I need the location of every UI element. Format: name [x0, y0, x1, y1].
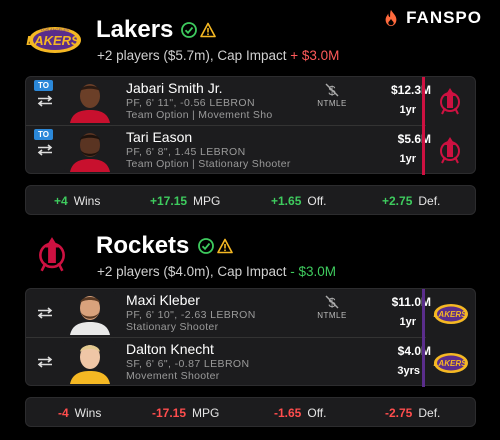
player-role: Team Option | Movement Sho	[126, 109, 273, 121]
rockets-logo-icon	[39, 237, 65, 272]
player-name[interactable]: Jabari Smith Jr.	[126, 80, 222, 96]
player-meta: SF, 6' 6", -0.87 LEBRON	[126, 358, 250, 370]
player-row[interactable]: TO Jabari Smith Jr. PF, 6' 11", -0.56 LE…	[26, 77, 431, 125]
team-option-badge: TO	[34, 129, 53, 140]
team-header: Rockets +2 players ($4.0m), Cap Impact -…	[0, 216, 500, 286]
player-meta: PF, 6' 8", 1.45 LEBRON	[126, 146, 246, 158]
swap-arrows-icon[interactable]	[36, 144, 54, 156]
stat-label: Off.	[307, 194, 327, 208]
lakers-logo-icon: LAKERS	[434, 304, 468, 324]
rockets-logo-icon	[440, 137, 460, 164]
player-name[interactable]: Tari Eason	[126, 129, 192, 145]
rockets-logo-icon	[440, 88, 460, 115]
player-row[interactable]: TO Tari Eason PF, 6' 8", 1.45 LEBRON Tea…	[26, 126, 431, 174]
check-circle-icon	[198, 238, 214, 254]
stat-wins: +4 Wins	[54, 194, 100, 208]
player-headshot	[64, 128, 116, 172]
player-salary: $4.0M	[397, 344, 431, 358]
stat-label: Def.	[418, 406, 441, 420]
stat-offense: +1.65 Off.	[271, 194, 327, 208]
team-color-bar	[422, 289, 425, 387]
player-salary: $5.6M	[397, 132, 431, 146]
contract-years: 1yr	[399, 104, 416, 116]
stat-label: Def.	[418, 194, 441, 208]
incoming-players-card: TO Jabari Smith Jr. PF, 6' 11", -0.56 LE…	[25, 76, 476, 175]
player-name[interactable]: Dalton Knecht	[126, 341, 214, 357]
warning-triangle-icon	[200, 22, 216, 38]
stat-value: +1.65	[271, 194, 302, 208]
swap-arrows-icon[interactable]	[36, 307, 54, 319]
contract-years: 1yr	[399, 153, 416, 165]
stat-value: -1.65	[274, 406, 302, 420]
stat-value: -2.75	[385, 406, 413, 420]
stat-label: MPG	[192, 406, 220, 420]
stat-value: +2.75	[382, 194, 413, 208]
stat-offense: -1.65 Off.	[274, 406, 326, 420]
stat-label: Off.	[307, 406, 327, 420]
team-color-bar	[422, 77, 425, 175]
team-header: LAKERS LOS ANGELES Lakers +2 players ($5…	[0, 0, 500, 70]
stat-value: +17.15	[150, 194, 188, 208]
svg-text:LAKERS: LAKERS	[434, 359, 468, 368]
player-role: Movement Shooter	[126, 370, 220, 382]
check-circle-icon	[181, 22, 197, 38]
player-meta: PF, 6' 10", -2.63 LEBRON	[126, 309, 256, 321]
swap-arrows-icon[interactable]	[36, 95, 54, 107]
stat-label: MPG	[193, 194, 221, 208]
lakers-logo-icon: LAKERS LOS ANGELES	[26, 27, 81, 53]
no-dollar-icon: $	[325, 83, 339, 97]
team-subtitle: +2 players ($5.7m), Cap Impact + $3.0M	[97, 48, 339, 63]
lakers-logo-icon: LAKERS	[434, 353, 468, 373]
svg-text:LOS ANGELES: LOS ANGELES	[41, 27, 69, 32]
player-headshot	[64, 340, 116, 384]
stat-label: Wins	[73, 194, 101, 208]
impact-stats-bar: -4 Wins -17.15 MPG -1.65 Off. -2.75 Def.	[25, 397, 476, 427]
team-subtitle: +2 players ($4.0m), Cap Impact - $3.0M	[97, 264, 336, 279]
incoming-players-card: Maxi Kleber PF, 6' 10", -2.63 LEBRON Sta…	[25, 288, 476, 387]
player-row[interactable]: Dalton Knecht SF, 6' 6", -0.87 LEBRON Mo…	[26, 338, 431, 386]
player-meta: PF, 6' 11", -0.56 LEBRON	[126, 97, 255, 109]
contract-years: 3yrs	[397, 365, 420, 377]
svg-text:LAKERS: LAKERS	[434, 310, 468, 319]
team-badges	[181, 22, 216, 38]
stat-defense: +2.75 Def.	[382, 194, 440, 208]
ntmle-label: NTMLE	[317, 99, 347, 108]
team-badges	[198, 238, 233, 254]
cap-impact-value: + $3.0M	[290, 48, 340, 63]
contract-years: 1yr	[399, 316, 416, 328]
stat-mpg: -17.15 MPG	[152, 406, 219, 420]
ntmle-indicator: $ NTMLE	[313, 83, 351, 108]
stat-mpg: +17.15 MPG	[150, 194, 220, 208]
player-name[interactable]: Maxi Kleber	[126, 292, 200, 308]
impact-stats-bar: +4 Wins +17.15 MPG +1.65 Off. +2.75 Def.	[25, 185, 476, 215]
stat-label: Wins	[74, 406, 102, 420]
stat-wins: -4 Wins	[58, 406, 101, 420]
team-name: Lakers	[96, 16, 174, 43]
no-dollar-icon: $	[325, 295, 339, 309]
team-subtitle-summary: +2 players ($4.0m), Cap Impact	[97, 264, 287, 279]
team-subtitle-summary: +2 players ($5.7m), Cap Impact	[97, 48, 287, 63]
lakers-section: LAKERS LOS ANGELES Lakers +2 players ($5…	[0, 0, 500, 215]
team-option-badge: TO	[34, 80, 53, 91]
player-role: Team Option | Stationary Shooter	[126, 158, 291, 170]
stat-value: -17.15	[152, 406, 187, 420]
svg-text:LAKERS: LAKERS	[26, 33, 80, 48]
rockets-section: Rockets +2 players ($4.0m), Cap Impact -…	[0, 216, 500, 427]
player-row[interactable]: Maxi Kleber PF, 6' 10", -2.63 LEBRON Sta…	[26, 289, 431, 337]
player-headshot	[64, 79, 116, 123]
stat-defense: -2.75 Def.	[385, 406, 440, 420]
stat-value: -4	[58, 406, 69, 420]
player-salary: $11.0M	[391, 295, 431, 309]
player-role: Stationary Shooter	[126, 321, 219, 333]
cap-impact-value: - $3.0M	[290, 264, 337, 279]
team-name: Rockets	[96, 232, 190, 259]
ntmle-label: NTMLE	[317, 311, 347, 320]
warning-triangle-icon	[217, 238, 233, 254]
stat-value: +4	[54, 194, 68, 208]
player-headshot	[64, 291, 116, 335]
ntmle-indicator: $ NTMLE	[313, 295, 351, 320]
swap-arrows-icon[interactable]	[36, 356, 54, 368]
